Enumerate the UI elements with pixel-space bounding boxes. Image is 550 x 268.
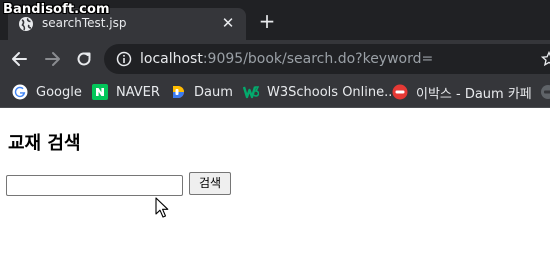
bookmark-w3schools[interactable]: W3Schools Online... xyxy=(243,82,397,102)
daum-icon xyxy=(173,86,184,98)
keyword-input[interactable] xyxy=(6,175,183,196)
close-icon[interactable]: ✕ xyxy=(220,15,236,31)
info-icon[interactable] xyxy=(116,51,132,67)
back-arrow-icon[interactable] xyxy=(10,49,30,69)
bookmark-google[interactable]: Google xyxy=(12,82,82,102)
search-button[interactable]: 검색 xyxy=(189,172,231,195)
more-bookmarks-icon[interactable] xyxy=(540,84,550,100)
reload-icon[interactable] xyxy=(74,49,94,69)
bookmark-label: Google xyxy=(36,84,82,100)
globe-icon xyxy=(19,17,33,31)
tab-title: searchTest.jsp xyxy=(42,16,127,30)
google-icon xyxy=(12,84,28,100)
forward-arrow-icon[interactable] xyxy=(42,49,62,69)
bookmark-label: Daum xyxy=(194,84,233,100)
bookmark-naver[interactable]: NAVER xyxy=(92,82,160,102)
bookmark-daum[interactable]: Daum xyxy=(170,82,233,102)
address-url[interactable]: localhost:9095/book/search.do?keyword= xyxy=(140,51,433,67)
w3schools-icon xyxy=(243,86,259,99)
new-tab-icon[interactable]: + xyxy=(258,11,276,31)
url-host: localhost xyxy=(140,51,203,67)
page-content: 교재 검색 검색 xyxy=(0,109,550,268)
url-path: :9095/book/search.do?keyword= xyxy=(202,51,434,67)
naver-icon xyxy=(92,84,108,100)
page-title: 교재 검색 xyxy=(8,133,81,154)
daum-cafe-icon xyxy=(392,84,408,100)
bookmark-star-icon[interactable] xyxy=(541,51,550,67)
bookmark-label: NAVER xyxy=(116,84,160,100)
recorder-watermark: Bandisoft.com xyxy=(3,2,110,17)
mouse-pointer-icon xyxy=(155,197,169,218)
bookmark-daum-cafe[interactable]: 이박스 - Daum 카페 xyxy=(392,82,532,102)
bookmark-label: 이박스 - Daum 카페 xyxy=(416,86,532,102)
bookmark-label: W3Schools Online... xyxy=(267,84,397,100)
